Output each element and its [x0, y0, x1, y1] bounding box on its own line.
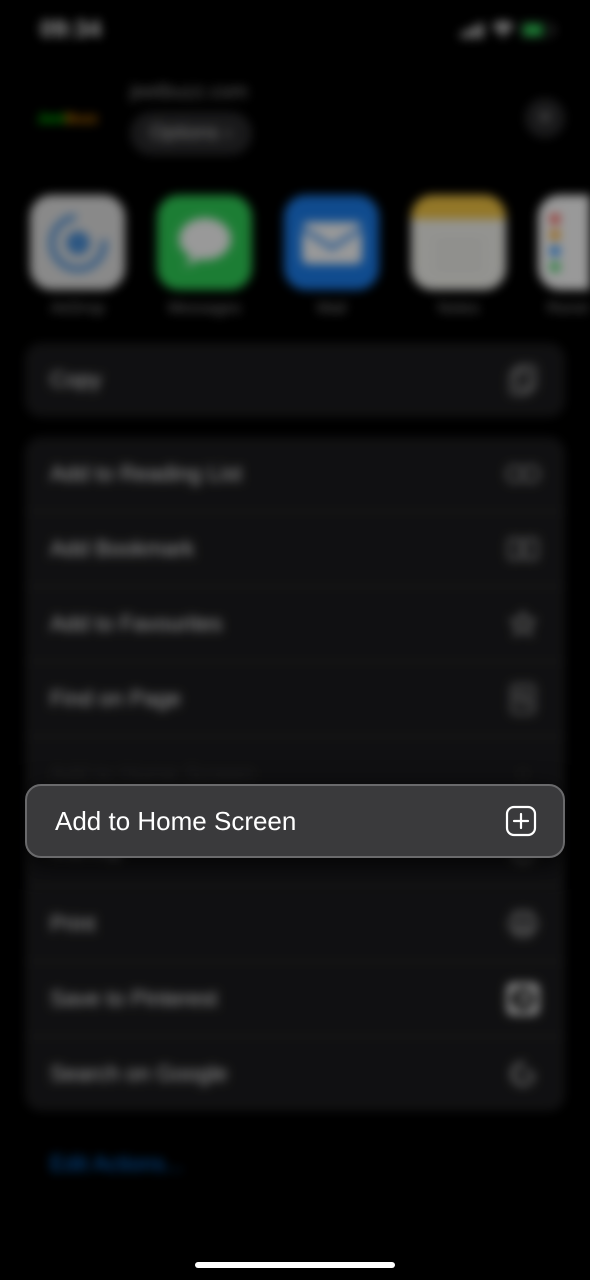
action-pinterest[interactable]: Save to Pinterest [25, 962, 565, 1037]
action-find-label: Find on Page [50, 686, 181, 712]
signal-icon [461, 22, 485, 38]
status-icons [461, 21, 555, 39]
notes-icon [411, 195, 506, 290]
action-google[interactable]: Search on Google [25, 1037, 565, 1111]
star-icon [506, 607, 540, 641]
site-url: jeetbuzz.com [130, 81, 505, 104]
site-icon: JeetBuzz [25, 75, 110, 160]
app-notes-label: Notes [438, 300, 480, 318]
options-button[interactable]: Options › [130, 112, 252, 155]
action-favourites[interactable]: Add to Favourites [25, 587, 565, 662]
action-home-screen[interactable]: Add to Home Screen [25, 784, 565, 858]
action-copy-label: Copy [50, 367, 101, 393]
site-icon-text: JeetBuzz [37, 110, 98, 126]
home-indicator[interactable] [195, 1262, 395, 1268]
share-apps-row[interactable]: AirDrop Messages Mail Notes [0, 180, 590, 343]
copy-icon [506, 363, 540, 397]
bookmark-icon [506, 532, 540, 566]
app-mail[interactable]: Mail [284, 195, 379, 318]
print-icon [506, 907, 540, 941]
reading-list-icon [506, 457, 540, 491]
status-time: 09:34 [40, 16, 101, 44]
app-reminders-label: Reminders [547, 300, 590, 318]
close-button[interactable]: ✕ [525, 98, 565, 138]
action-section-list: Add to Reading List Add Bookmark Add to … [25, 437, 565, 1111]
action-google-label: Search on Google [50, 1061, 227, 1087]
google-icon [506, 1057, 540, 1091]
action-favourites-label: Add to Favourites [50, 611, 222, 637]
airdrop-icon [30, 195, 125, 290]
action-find[interactable]: Find on Page [25, 662, 565, 737]
app-airdrop[interactable]: AirDrop [30, 195, 125, 318]
action-home-screen-label: Add to Home Screen [55, 806, 296, 837]
edit-actions-link[interactable]: Edit Actions... [0, 1131, 590, 1197]
pinterest-icon [506, 982, 540, 1016]
reminders-icon [538, 195, 590, 290]
chevron-right-icon: › [225, 122, 232, 145]
find-icon [506, 682, 540, 716]
action-reading-list[interactable]: Add to Reading List [25, 437, 565, 512]
close-icon: ✕ [537, 105, 554, 130]
action-print-label: Print [50, 911, 95, 937]
mail-icon [284, 195, 379, 290]
app-mail-label: Mail [317, 300, 346, 318]
app-reminders[interactable]: Reminders [538, 195, 590, 318]
options-label: Options [150, 122, 219, 145]
action-copy[interactable]: Copy [25, 343, 565, 417]
wifi-icon [491, 21, 515, 39]
action-section-copy: Copy [25, 343, 565, 417]
messages-icon [157, 195, 252, 290]
action-pinterest-label: Save to Pinterest [50, 986, 218, 1012]
action-print[interactable]: Print [25, 887, 565, 962]
action-reading-list-label: Add to Reading List [50, 461, 242, 487]
app-notes[interactable]: Notes [411, 195, 506, 318]
plus-box-icon [505, 805, 537, 837]
battery-icon [521, 22, 555, 38]
action-bookmark[interactable]: Add Bookmark [25, 512, 565, 587]
app-messages-label: Messages [168, 300, 241, 318]
app-airdrop-label: AirDrop [50, 300, 104, 318]
app-messages[interactable]: Messages [157, 195, 252, 318]
action-bookmark-label: Add Bookmark [50, 536, 194, 562]
